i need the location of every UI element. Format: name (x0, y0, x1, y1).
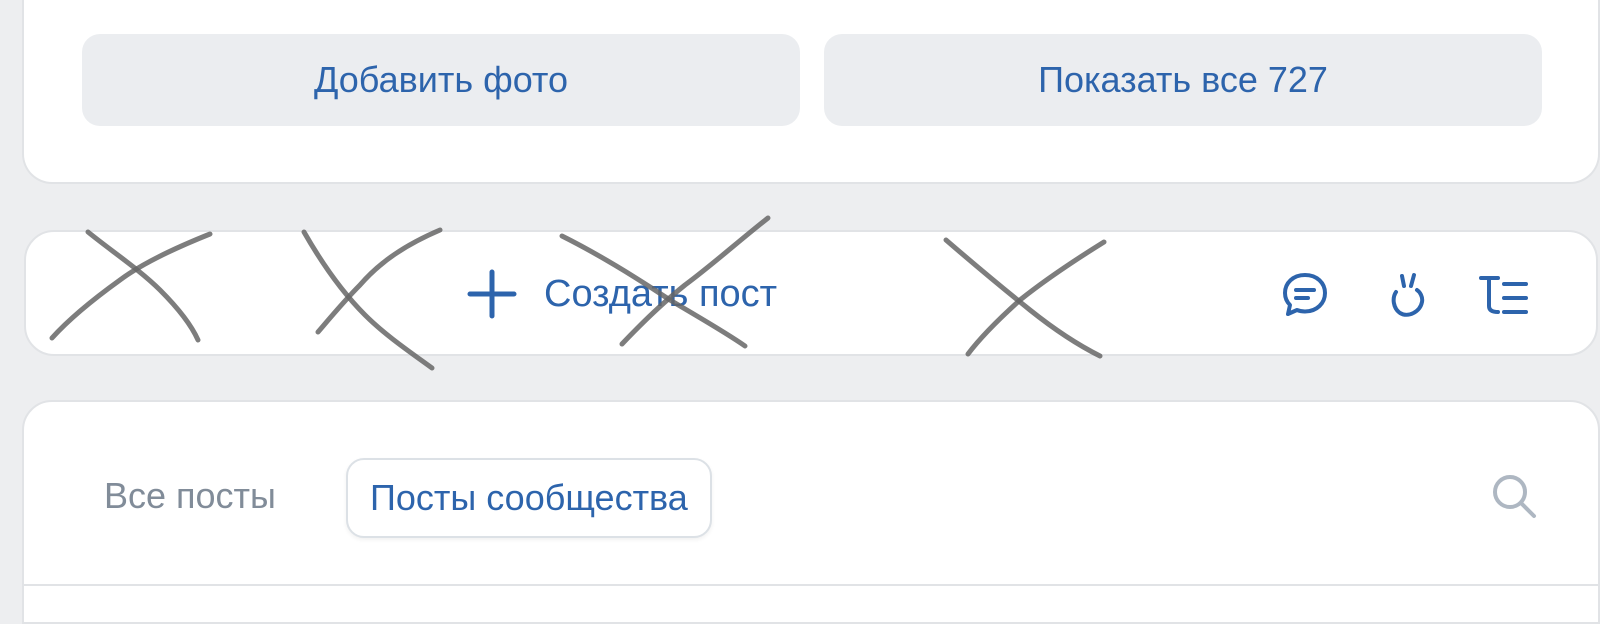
text-format-icon[interactable] (1478, 270, 1528, 320)
plus-icon (467, 269, 517, 319)
photos-card: Добавить фото Показать все 727 (22, 0, 1600, 184)
chat-bubble-icon[interactable] (1280, 270, 1330, 320)
feed-card: Все посты Посты сообщества (22, 400, 1600, 624)
create-post-bar: Создать пост (24, 230, 1598, 356)
feed-divider (24, 584, 1598, 586)
show-all-photos-button[interactable]: Показать все 727 (824, 34, 1542, 126)
tab-community-posts[interactable]: Посты сообщества (346, 458, 712, 538)
create-post-label: Создать пост (544, 272, 778, 315)
tab-all-posts[interactable]: Все посты (104, 458, 276, 534)
create-post-button[interactable]: Создать пост (466, 258, 777, 330)
search-icon[interactable] (1490, 472, 1538, 520)
clip-icon[interactable] (1382, 270, 1432, 320)
add-photo-button[interactable]: Добавить фото (82, 34, 800, 126)
